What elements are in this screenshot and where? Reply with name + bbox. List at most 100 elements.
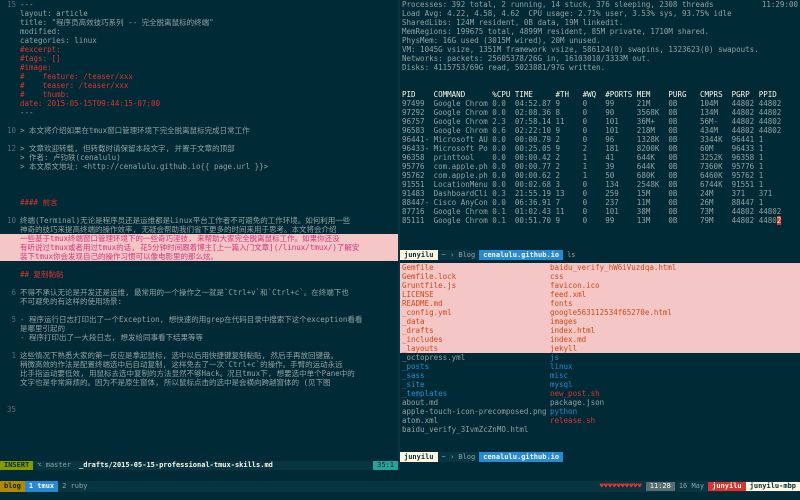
file-entry[interactable]: misc: [550, 371, 800, 380]
editor-line[interactable]: 有听说过tmux或者用过tmux的话, 花5分钟时间跟着博主[上一篇入门文章](…: [0, 243, 398, 252]
file-entry[interactable]: _sass: [400, 371, 550, 380]
editor-line[interactable]: #### 前言: [0, 198, 398, 207]
file-entry[interactable]: _posts: [400, 362, 550, 371]
editor-line[interactable]: [0, 414, 398, 423]
file-entry[interactable]: jekyll: [550, 344, 800, 353]
file-entry[interactable]: apple-touch-icon-precomposed.png: [400, 407, 550, 416]
file-entry[interactable]: [550, 425, 800, 434]
file-entry[interactable]: _data: [400, 317, 550, 326]
tmux-session[interactable]: blog: [0, 481, 25, 492]
file-entry[interactable]: mysql: [550, 380, 800, 389]
editor-line[interactable]: 6 不得不承认无论是开发还是运维, 最常用的一个操作之一就是`Ctrl+v`和`C…: [0, 288, 398, 297]
editor-line[interactable]: #tags: []: [0, 54, 398, 63]
ls-row: atom.xml release.sh: [400, 416, 800, 425]
editor-buffer[interactable]: 15 --- layout: article title: "程序员高效技巧系列 --…: [0, 0, 398, 423]
shell-pane[interactable]: junyilu ~ › Blog cenalulu.github.io ls G…: [400, 250, 800, 470]
editor-line[interactable]: 35: [0, 405, 398, 414]
editor-line[interactable]: [0, 342, 398, 351]
editor-line[interactable]: 15 ---: [0, 0, 398, 9]
editor-line[interactable]: > 作者: 卢钧轶(cenalulu): [0, 153, 398, 162]
process-row: 91483 DashboardCli 0.3 21:55.19 13 0 259…: [402, 189, 798, 198]
file-entry[interactable]: new_post.sh: [550, 389, 800, 398]
editor-line[interactable]: [0, 189, 398, 198]
editor-line[interactable]: 10 > 本文将介绍如果在tmux窗口管理环境下完全脱离鼠标完成日常工作: [0, 126, 398, 135]
editor-line[interactable]: layout: article: [0, 9, 398, 18]
ls-row: baidu_verify_3IvmZcZnMO.html: [400, 425, 800, 434]
editor-line[interactable]: 神奇的技巧来提高终端的操作效率, 无疑会帮助我们省下更多的时间来用于思考。本文将…: [0, 225, 398, 234]
tmux-window-2[interactable]: 2 ruby: [58, 481, 91, 492]
editor-line[interactable]: > 本文原文地址: <http://cenalulu.github.io{{ p…: [0, 162, 398, 171]
editor-line[interactable]: 是哪里引起的: [0, 324, 398, 333]
editor-line[interactable]: # teaser: /teaser/xxx: [0, 81, 398, 90]
editor-line[interactable]: [0, 117, 398, 126]
editor-line[interactable]: 1 这些情况下熟悉大家的第一反应是拿起鼠标, 选中以后用快捷键复制黏贴, 然后手再…: [0, 351, 398, 360]
file-entry[interactable]: _layouts: [400, 344, 550, 353]
editor-line[interactable]: title: "程序员高效技巧系列 -- 完全脱离鼠标的终端": [0, 18, 398, 27]
editor-line[interactable]: [0, 261, 398, 270]
file-entry[interactable]: index.html: [550, 326, 800, 335]
editor-line[interactable]: 5 - 程序运行日志打印出了一个Exception, 想快速的用grep在代码目录…: [0, 315, 398, 324]
file-entry[interactable]: js: [550, 353, 800, 362]
editor-line[interactable]: modified:: [0, 27, 398, 36]
file-entry[interactable]: favicon.ico: [550, 281, 800, 290]
editor-line[interactable]: # feature: /teaser/xxx: [0, 72, 398, 81]
file-entry[interactable]: _drafts: [400, 326, 550, 335]
file-entry[interactable]: _site: [400, 380, 550, 389]
editor-line[interactable]: #image:: [0, 63, 398, 72]
tmux-window-1[interactable]: 1 tmux: [24, 481, 59, 492]
editor-line[interactable]: 比手指运动要低效, 用鼠标去选中复制的方法显然不够Hack。况且tmux下, 想…: [0, 369, 398, 378]
editor-line[interactable]: [0, 180, 398, 189]
file-entry[interactable]: about.md: [400, 398, 550, 407]
file-entry[interactable]: fonts: [550, 299, 800, 308]
editor-line[interactable]: [0, 171, 398, 180]
editor-line[interactable]: - 程序打印出了一大段日志, 想发给同事看下结果等等: [0, 333, 398, 342]
file-entry[interactable]: css: [550, 272, 800, 281]
editor-line[interactable]: 文字也是非常麻烦的。因为不是原生窗体, 所以鼠标点击的选中是会横向跨越窗体的 (…: [0, 378, 398, 387]
file-entry[interactable]: feed.xml: [550, 290, 800, 299]
file-entry[interactable]: package.json: [550, 398, 800, 407]
editor-line[interactable]: [0, 135, 398, 144]
editor-line[interactable]: 一些基于tmux终端窗口管理环境下的一些奇巧淫技, 来帮助大家完全脱离鼠标工作。…: [0, 234, 398, 243]
file-entry[interactable]: LICENSE: [400, 290, 550, 299]
file-entry[interactable]: _octopress.yml: [400, 353, 550, 362]
file-entry[interactable]: Gemfile.lock: [400, 272, 550, 281]
editor-line[interactable]: date: 2015-05-15T09:44:15-07:00: [0, 99, 398, 108]
line-text: layout: article: [20, 9, 88, 18]
file-entry[interactable]: release.sh: [550, 416, 800, 425]
shell-prompt-active[interactable]: junyilu ~ › Blog cenalulu.github.io: [400, 452, 564, 462]
ls-row: _templates new_post.sh: [400, 389, 800, 398]
file-entry[interactable]: _templates: [400, 389, 550, 398]
file-entry[interactable]: Gemfile: [400, 263, 550, 272]
file-entry[interactable]: python: [550, 407, 800, 416]
editor-pane[interactable]: 15 --- layout: article title: "程序员高效技巧系列 --…: [0, 0, 398, 470]
editor-line[interactable]: [0, 279, 398, 288]
editor-line[interactable]: 12 > 文章欢迎转载, 但转载时请保留本段文字, 并置于文章的顶部: [0, 144, 398, 153]
file-entry[interactable]: linux: [550, 362, 800, 371]
file-entry[interactable]: google563112534f65270e.html: [550, 308, 800, 317]
file-entry[interactable]: atom.xml: [400, 416, 550, 425]
editor-line[interactable]: [0, 387, 398, 396]
editor-line[interactable]: ---: [0, 108, 398, 117]
file-entry[interactable]: _includes: [400, 335, 550, 344]
file-entry[interactable]: images: [550, 317, 800, 326]
editor-line[interactable]: 稍微高效的作法是配置终端选中后自动复制, 这样免去了一次`Ctrl+c`的操作。…: [0, 360, 398, 369]
top-pane[interactable]: Processes: 392 total, 2 running, 14 stuc…: [400, 0, 800, 250]
editor-line[interactable]: ## 复制黏贴: [0, 270, 398, 279]
editor-line[interactable]: 不可避免的有这样的使用场景:: [0, 297, 398, 306]
file-entry[interactable]: baidu_verify_hW6iVuzdqa.html: [550, 263, 800, 272]
file-entry[interactable]: README.md: [400, 299, 550, 308]
line-number: 12: [6, 144, 16, 153]
editor-line[interactable]: [0, 207, 398, 216]
process-text: 96433- Microsoft Po 0.0 00:25.05 9 2 181…: [402, 144, 764, 153]
file-entry[interactable]: Gruntfile.js: [400, 281, 550, 290]
file-entry[interactable]: index.md: [550, 335, 800, 344]
file-entry[interactable]: _config.yml: [400, 308, 550, 317]
file-entry[interactable]: baidu_verify_3IvmZcZnMO.html: [400, 425, 550, 434]
editor-line[interactable]: categories: linux: [0, 36, 398, 45]
editor-line[interactable]: 10 终端(Terminal)无论是程序员还是运维都是Linux平台工作者不可避免…: [0, 216, 398, 225]
editor-line[interactable]: # thumb:: [0, 90, 398, 99]
editor-line[interactable]: [0, 306, 398, 315]
editor-line[interactable]: [0, 396, 398, 405]
editor-line[interactable]: 装下tmux你会发现自己的操作习惯可以像电影里的那么炫。: [0, 252, 398, 261]
editor-line[interactable]: #excerpt:: [0, 45, 398, 54]
